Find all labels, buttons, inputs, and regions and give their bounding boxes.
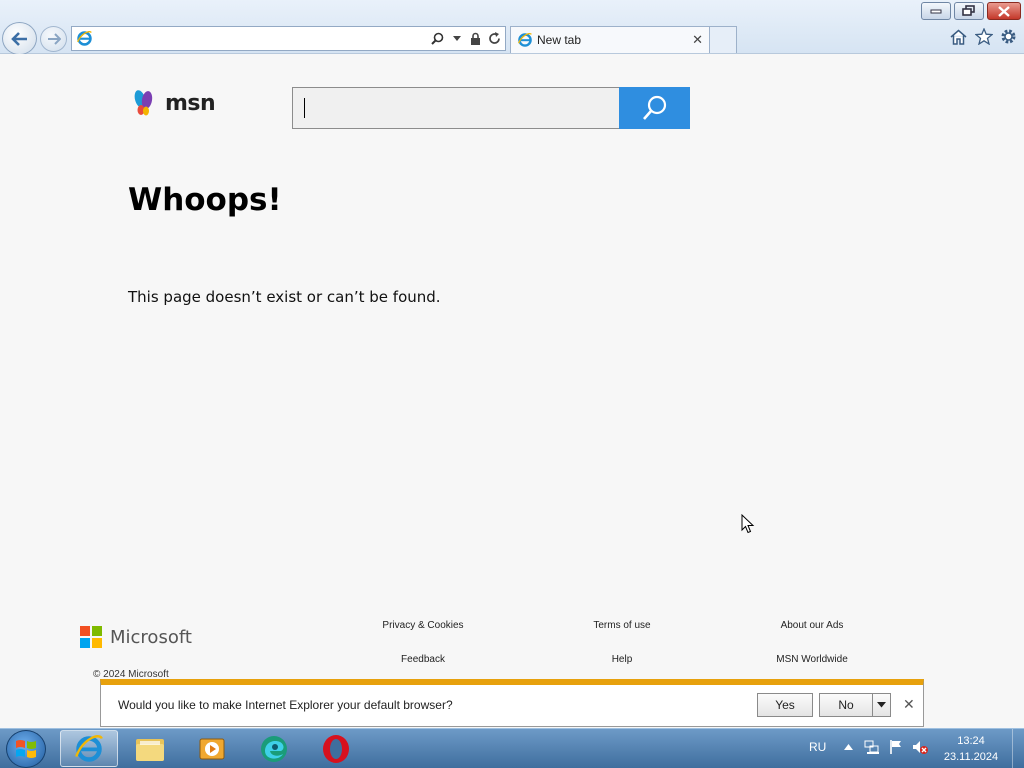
gear-icon[interactable] [999,27,1018,46]
minimize-icon [930,9,942,14]
footer-link-help[interactable]: Help [552,654,692,665]
home-icon[interactable] [949,27,968,46]
footer-link-privacy[interactable]: Privacy & Cookies [353,620,493,631]
edge-icon [261,735,287,762]
footer-link-worldwide[interactable]: MSN Worldwide [742,654,882,665]
taskbar-edge[interactable] [245,730,303,767]
taskbar-file-explorer[interactable] [121,730,179,767]
minimize-button[interactable] [921,2,951,20]
footer-link-about-ads[interactable]: About our Ads [742,620,882,631]
refresh-icon[interactable] [486,29,503,49]
tab-new-tab[interactable]: New tab ✕ [510,26,710,53]
start-button[interactable] [6,730,46,768]
browser-toolbar [949,27,1018,46]
show-hidden-icons-icon[interactable] [840,739,856,755]
clock[interactable]: 13:24 23.11.2024 [936,733,1006,765]
search-icon [642,95,666,120]
restore-button[interactable] [954,2,984,20]
page-title: Whoops! [128,182,282,218]
taskbar-internet-explorer[interactable] [60,730,118,767]
mouse-cursor-icon [741,514,755,534]
back-arrow-icon [10,31,27,46]
no-button[interactable]: No [819,693,873,717]
taskbar-media-player[interactable] [183,730,241,767]
system-tray [840,739,928,755]
msn-butterfly-icon [134,90,153,116]
ie-icon [77,31,92,46]
microsoft-logo[interactable]: Microsoft [80,626,192,648]
media-player-icon [199,738,225,759]
volume-muted-icon[interactable] [912,739,928,755]
window-controls [918,2,1021,20]
no-options-dropdown[interactable] [872,693,891,717]
dropdown-icon [877,702,886,708]
text-caret [304,98,305,118]
window-close-button[interactable] [987,2,1021,20]
dropdown-icon[interactable] [448,29,465,49]
error-message: This page doesn’t exist or can’t be foun… [128,288,441,306]
restore-icon [962,5,975,16]
clock-date: 23.11.2024 [943,751,999,763]
yes-button[interactable]: Yes [757,693,813,717]
search-button[interactable] [619,87,690,129]
taskbar-opera[interactable] [307,730,365,767]
search-icon[interactable] [429,29,446,49]
folder-icon [136,738,164,761]
forward-button[interactable] [40,26,67,52]
microsoft-logo-icon [80,626,102,648]
browser-chrome: New tab ✕ [0,0,1024,55]
ie-icon [75,734,103,762]
address-input[interactable] [93,27,429,50]
microsoft-logo-text: Microsoft [110,626,192,648]
notification-text: Would you like to make Internet Explorer… [118,698,453,712]
star-icon[interactable] [974,27,993,46]
close-icon[interactable]: ✕ [692,32,703,48]
msn-logo[interactable]: msn [133,89,216,117]
tab-title: New tab [537,33,582,47]
lock-icon[interactable] [467,29,484,49]
close-icon [998,5,1010,17]
taskbar: RU 13:24 23.11.2024 [0,728,1024,768]
default-browser-notification: Would you like to make Internet Explorer… [100,679,924,727]
flag-icon[interactable] [888,739,904,755]
page-content: msn Whoops! This page doesn’t exist or c… [0,54,1024,728]
footer-link-terms[interactable]: Terms of use [552,620,692,631]
msn-logo-text: msn [165,90,216,116]
forward-arrow-icon [47,33,61,45]
show-desktop-button[interactable] [1012,729,1024,768]
clock-time: 13:24 [957,735,985,747]
footer-link-feedback[interactable]: Feedback [353,654,493,665]
opera-icon [323,734,349,763]
address-bar[interactable] [71,26,506,51]
close-icon[interactable]: ✕ [903,697,915,713]
new-tab-button[interactable] [710,26,737,53]
network-icon[interactable] [864,739,880,755]
back-button[interactable] [2,22,37,55]
language-indicator[interactable]: RU [809,740,826,754]
windows-start-icon [16,740,36,758]
search-input[interactable] [292,87,620,129]
ie-icon [518,33,532,47]
